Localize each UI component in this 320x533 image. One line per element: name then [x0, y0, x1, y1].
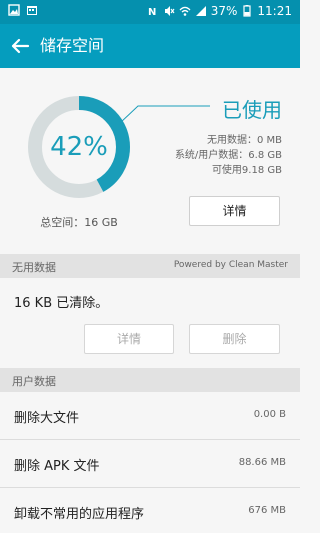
storage-breakdown: 无用数据：0 MB 系统/用户数据：6.8 GB 可使用9.18 GB — [175, 133, 282, 178]
page-title: 储存空间 — [40, 36, 105, 55]
notification-icons — [8, 4, 38, 16]
system-indicators: N 37% 11:21 — [147, 3, 292, 19]
used-percent: 42% — [50, 132, 108, 162]
list-item-unused-apps[interactable]: 卸载不常用的应用程序 676 MB — [0, 488, 300, 533]
image-notification-icon — [8, 4, 20, 16]
storage-details-button[interactable]: 详情 — [189, 196, 280, 226]
battery-icon — [243, 5, 252, 17]
list-item-value: 676 MB — [248, 505, 286, 516]
list-item-value: 88.66 MB — [238, 457, 286, 468]
wifi-icon — [179, 6, 191, 16]
used-label: 已使用 — [222, 98, 282, 122]
total-space-label: 总空间：16 GB — [40, 216, 118, 229]
clock: 11:21 — [257, 4, 292, 18]
user-data-title: 用户数据 — [12, 375, 56, 388]
junk-delete-button[interactable]: 删除 — [189, 324, 280, 354]
list-item-apk-files[interactable]: 删除 APK 文件 88.66 MB — [0, 440, 300, 488]
available-line: 可使用9.18 GB — [211, 165, 282, 176]
junk-data-panel: 16 KB 已清除。 详情 删除 — [0, 278, 300, 368]
app-bar: 储存空间 — [0, 24, 300, 68]
junk-details-button[interactable]: 详情 — [84, 324, 174, 354]
storage-summary: 42% 已使用 无用数据：0 MB 系统/用户数据：6.8 GB 可使用9.18… — [0, 68, 300, 254]
calendar-notification-icon — [27, 6, 37, 15]
nfc-icon: N — [148, 7, 156, 17]
junk-data-title: 无用数据 — [12, 261, 56, 274]
list-item-label: 卸载不常用的应用程序 — [14, 507, 145, 522]
battery-percent: 37% — [210, 4, 238, 18]
list-item-label: 删除 APK 文件 — [14, 459, 100, 474]
back-arrow-icon[interactable] — [8, 34, 32, 58]
list-item-label: 删除大文件 — [14, 411, 80, 426]
unused-data-line: 无用数据：0 MB — [206, 135, 282, 146]
signal-icon — [195, 6, 206, 16]
cleared-message: 16 KB 已清除。 — [14, 296, 109, 311]
svg-text:N: N — [148, 7, 156, 17]
mute-icon — [164, 6, 175, 16]
list-item-large-files[interactable]: 删除大文件 0.00 B — [0, 392, 300, 440]
junk-data-header: 无用数据 Powered by Clean Master — [0, 254, 300, 278]
status-bar: N 37% 11:21 — [0, 0, 300, 24]
list-item-value: 0.00 B — [253, 409, 286, 420]
powered-by-label: Powered by Clean Master — [173, 260, 288, 270]
user-data-header: 用户数据 — [0, 368, 300, 392]
system-user-data-line: 系统/用户数据：6.8 GB — [174, 150, 282, 161]
